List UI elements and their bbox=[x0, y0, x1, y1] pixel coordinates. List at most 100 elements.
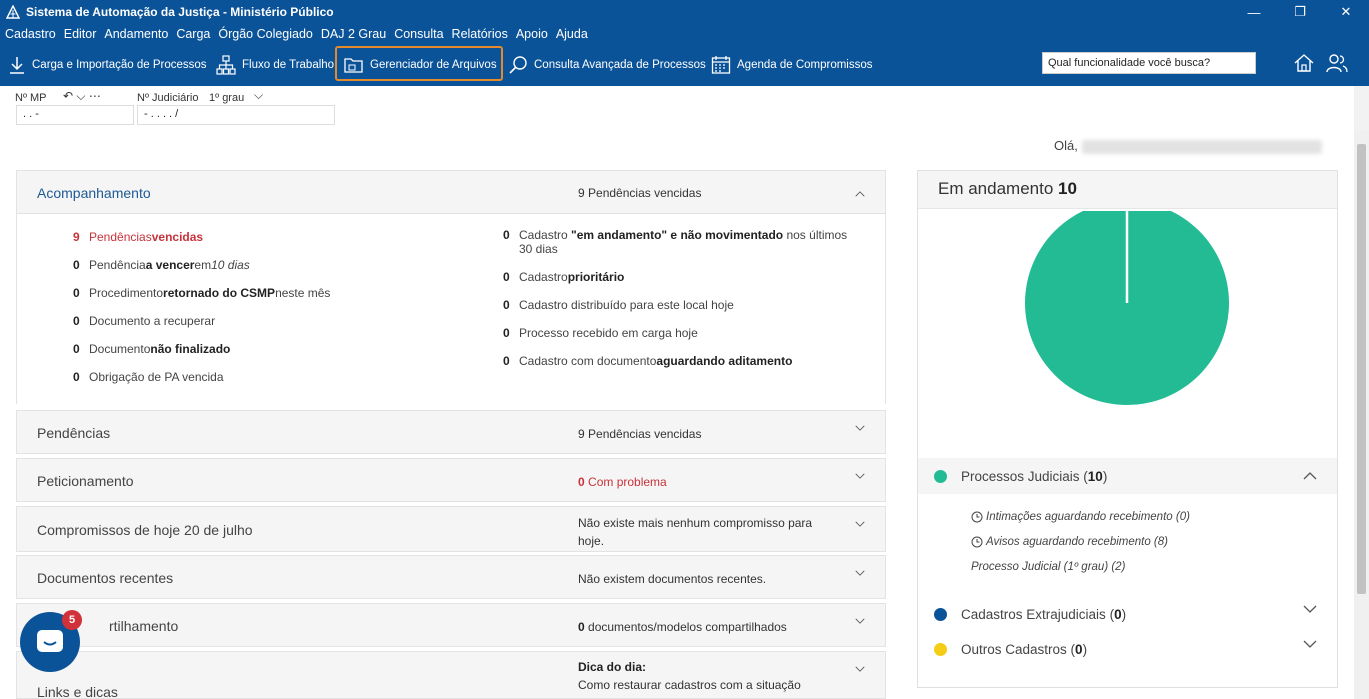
chevron-down-icon[interactable] bbox=[855, 423, 865, 433]
panel-acompanhamento[interactable]: Acompanhamento 9 Pendências vencidas bbox=[16, 170, 886, 214]
panel-pendencias[interactable]: Pendências 9 Pendências vencidas bbox=[16, 410, 886, 454]
legend-processos-judiciais[interactable]: Processos Judiciais (10) bbox=[918, 458, 1337, 494]
folder-icon bbox=[344, 58, 363, 73]
chat-notification-badge: 5 bbox=[62, 610, 82, 630]
pie-chart bbox=[1025, 211, 1229, 405]
menu-ajuda[interactable]: Ajuda bbox=[556, 27, 588, 41]
panel-peticionamento[interactable]: Peticionamento 0 Com problema bbox=[16, 458, 886, 502]
fluxo-trabalho-button[interactable]: Fluxo de Trabalho bbox=[216, 53, 334, 77]
search-document-icon bbox=[509, 56, 527, 74]
sub-item-avisos[interactable]: Avisos aguardando recebimento (8) bbox=[971, 536, 1168, 548]
menu-andamento[interactable]: Andamento bbox=[104, 27, 168, 41]
list-item[interactable]: 0 Cadastro com documento aguardando adita… bbox=[503, 354, 792, 368]
menu-apoio[interactable]: Apoio bbox=[516, 27, 548, 41]
list-item[interactable]: 0 Cadastro distribuído para este local ho… bbox=[503, 298, 734, 312]
clock-icon bbox=[971, 536, 983, 548]
hierarchy-icon bbox=[216, 55, 236, 75]
process-number-bar: Nº MP ↶ ⌵ ⋯ . . - Nº Judiciário 1º grau … bbox=[0, 86, 1354, 130]
menu-editor[interactable]: Editor bbox=[64, 27, 97, 41]
legend-dot bbox=[934, 607, 947, 621]
home-icon[interactable] bbox=[1293, 52, 1315, 74]
panel-title: rtilhamento bbox=[109, 618, 179, 634]
legend-cadastros-extrajudiciais[interactable]: Cadastros Extrajudiciais (0) bbox=[918, 596, 1337, 632]
panel-status: 9 Pendências vencidas bbox=[578, 186, 702, 200]
panel-compromissos[interactable]: Compromissos de hoje 20 de julho Não exi… bbox=[16, 506, 886, 552]
chevron-down-icon[interactable] bbox=[1303, 639, 1317, 649]
chevron-up-icon[interactable] bbox=[855, 189, 865, 199]
download-arrow-icon bbox=[10, 57, 24, 74]
agenda-compromissos-button[interactable]: Agenda de Compromissos bbox=[711, 53, 873, 77]
acompanhamento-body: 9 Pendências vencidas 0 Pendência a vencer… bbox=[16, 214, 886, 404]
panel-status: Não existe mais nenhum compromisso para h… bbox=[578, 516, 813, 548]
chevron-down-icon[interactable] bbox=[855, 616, 865, 626]
menu-consulta[interactable]: Consulta bbox=[394, 27, 443, 41]
mp-label: Nº MP bbox=[15, 92, 47, 104]
vertical-scrollbar[interactable] bbox=[1354, 130, 1369, 699]
menu-daj-2-grau[interactable]: DAJ 2 Grau bbox=[321, 27, 386, 41]
panel-title: Documentos recentes bbox=[37, 570, 174, 586]
panel-compartilhamento[interactable]: rtilhamento 0 documentos/modelos compart… bbox=[16, 603, 886, 647]
panel-links-dicas[interactable]: Links e dicas Dica do dia: Como restaurar… bbox=[16, 651, 886, 699]
gerenciador-arquivos-button[interactable]: Gerenciador de Arquivos bbox=[344, 53, 497, 77]
clock-icon bbox=[971, 511, 983, 523]
panel-status: 0 documentos/modelos compartilhados bbox=[578, 620, 787, 634]
calendar-icon bbox=[711, 56, 731, 74]
panel-title: Acompanhamento bbox=[37, 185, 151, 201]
panel-status: 9 Pendências vencidas bbox=[578, 427, 702, 441]
panel-status: 0 Com problema bbox=[578, 475, 667, 489]
chevron-down-icon[interactable] bbox=[855, 568, 865, 578]
restore-button[interactable]: ❐ bbox=[1277, 0, 1323, 24]
panel-documentos-recentes[interactable]: Documentos recentes Não existem document… bbox=[16, 555, 886, 599]
menu-relatorios[interactable]: Relatórios bbox=[452, 27, 508, 41]
list-item[interactable]: 0 Pendência a vencer em 10 dias bbox=[73, 258, 250, 272]
card-header: Em andamento 10 bbox=[918, 171, 1337, 209]
chevron-up-icon[interactable] bbox=[1303, 471, 1317, 481]
panel-title: Links e dicas bbox=[37, 684, 118, 699]
toolbar: Carga e Importação de Processos Fluxo de… bbox=[0, 44, 1369, 86]
minimize-button[interactable]: — bbox=[1231, 0, 1277, 24]
greeting: Olá, bbox=[1054, 138, 1322, 154]
chat-icon bbox=[37, 630, 63, 652]
legend-dot bbox=[934, 469, 947, 483]
scrollbar-thumb[interactable] bbox=[1357, 144, 1366, 594]
chevron-down-icon[interactable] bbox=[855, 664, 865, 674]
judiciario-number-input[interactable]: - . . . . / bbox=[137, 105, 335, 125]
list-item[interactable]: 0 Obrigação de PA vencida bbox=[73, 370, 224, 384]
em-andamento-card: Em andamento 10 Processos Judiciais (10)… bbox=[917, 170, 1338, 688]
chevron-down-icon[interactable] bbox=[855, 519, 865, 529]
consulta-avancada-button[interactable]: Consulta Avançada de Processos bbox=[508, 53, 706, 77]
grau-select[interactable]: 1º grau bbox=[209, 92, 244, 104]
judiciario-label: Nº Judiciário bbox=[137, 92, 199, 104]
carga-importacao-button[interactable]: Carga e Importação de Processos bbox=[8, 53, 207, 77]
window-title: Sistema de Automação da Justiça - Minist… bbox=[26, 5, 334, 19]
app-logo-icon bbox=[5, 4, 21, 19]
list-item[interactable]: 0 Cadastro "em andamento" e não movimenta… bbox=[503, 228, 863, 256]
list-item[interactable]: 0 Procedimento retornado do CSMP neste mê… bbox=[73, 286, 330, 300]
chevron-down-icon[interactable] bbox=[855, 471, 865, 481]
title-bar: Sistema de Automação da Justiça - Minist… bbox=[0, 0, 1369, 24]
legend-outros-cadastros[interactable]: Outros Cadastros (0) bbox=[918, 631, 1337, 667]
list-item[interactable]: 0 Documento não finalizado bbox=[73, 342, 230, 356]
close-button[interactable]: ✕ bbox=[1323, 0, 1369, 24]
list-item[interactable]: 0 Documento a recuperar bbox=[73, 314, 215, 328]
panel-status: Dica do dia: Como restaurar cadastros com… bbox=[578, 660, 801, 692]
chevron-down-icon[interactable]: ⌵ bbox=[254, 88, 263, 103]
users-icon[interactable] bbox=[1325, 52, 1349, 74]
chevron-down-icon[interactable] bbox=[1303, 604, 1317, 614]
legend-dot bbox=[934, 642, 947, 656]
list-item[interactable]: 0 Cadastro prioritário bbox=[503, 270, 624, 284]
panel-title: Compromissos de hoje 20 de julho bbox=[37, 522, 253, 538]
list-item[interactable]: 9 Pendências vencidas bbox=[73, 230, 203, 244]
sub-item-intimacoes[interactable]: Intimações aguardando recebimento (0) bbox=[971, 511, 1190, 523]
menu-carga[interactable]: Carga bbox=[176, 27, 210, 41]
panel-status: Não existem documentos recentes. bbox=[578, 572, 767, 586]
username-redacted bbox=[1081, 139, 1322, 154]
panel-title: Pendências bbox=[37, 425, 111, 441]
search-input[interactable]: Qual funcionalidade você busca? bbox=[1042, 52, 1256, 74]
sub-item-processo-judicial[interactable]: Processo Judicial (1º grau) (2) bbox=[971, 561, 1125, 573]
mp-number-input[interactable]: . . - bbox=[16, 105, 134, 125]
undo-icon[interactable]: ↶ ⌵ ⋯ bbox=[63, 89, 101, 104]
menu-cadastro[interactable]: Cadastro bbox=[5, 27, 56, 41]
menu-orgao-colegiado[interactable]: Órgão Colegiado bbox=[218, 27, 313, 41]
list-item[interactable]: 0 Processo recebido em carga hoje bbox=[503, 326, 698, 340]
